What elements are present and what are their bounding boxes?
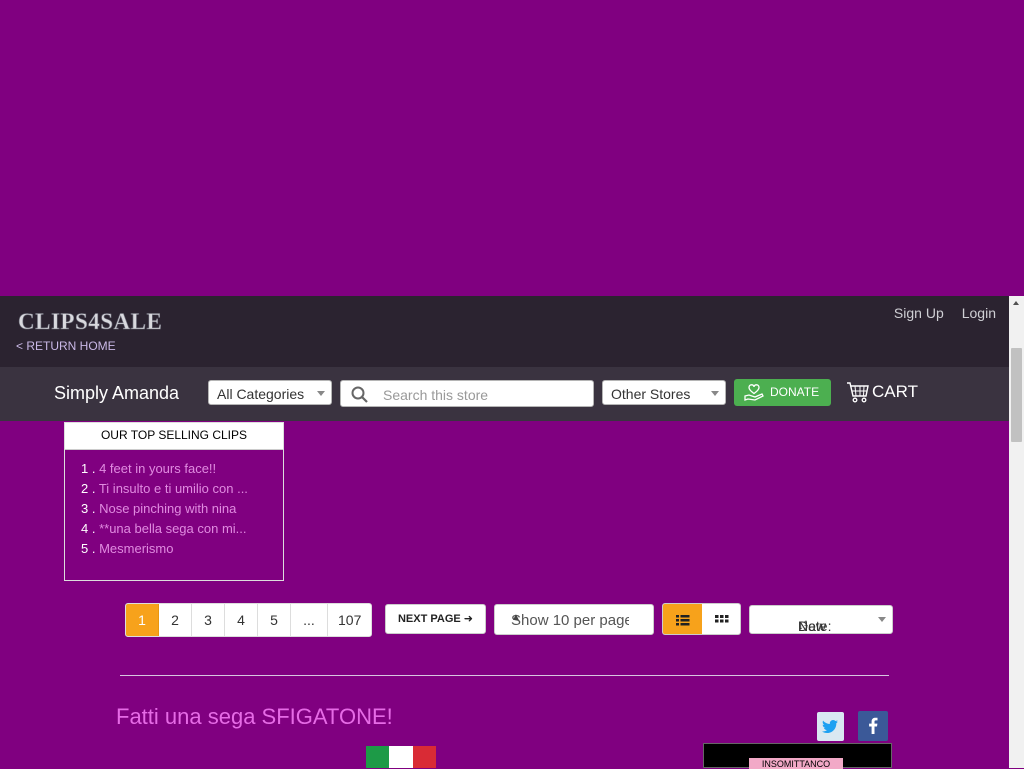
list-view-button[interactable] <box>663 604 702 634</box>
top-clip-link[interactable]: **una bella sega con mi... <box>99 521 246 536</box>
twitter-share-button[interactable] <box>817 712 844 741</box>
clip-thumbnail[interactable]: INSOMITTANCO <box>703 743 892 769</box>
account-links: Sign Up Login <box>894 305 996 321</box>
scrollbar-thumb[interactable] <box>1011 348 1022 442</box>
clip-rank: 1 . <box>81 461 100 476</box>
clip-rank: 4 . <box>81 521 100 536</box>
next-page-label: NEXT PAGE <box>397 613 461 625</box>
clip-rank: 3 . <box>81 501 100 516</box>
page-link-5[interactable]: 5 <box>258 604 291 636</box>
return-home-link[interactable]: < RETURN HOME <box>16 339 116 353</box>
other-stores-select[interactable]: Other Stores <box>602 380 726 405</box>
sign-up-link[interactable]: Sign Up <box>894 305 944 321</box>
donate-button[interactable]: DONATE <box>734 379 831 406</box>
chevron-down-icon <box>317 391 325 396</box>
list-view-icon <box>676 615 690 626</box>
top-header: CLIPS4SALE < RETURN HOME Sign Up Login <box>0 296 1009 367</box>
list-item: 1 . 4 feet in yours face!! <box>81 459 265 479</box>
page-link-last[interactable]: 107 <box>328 604 371 636</box>
top-clip-link[interactable]: Nose pinching with nina <box>99 501 236 516</box>
top-clips-list: 1 . 4 feet in yours face!! 2 . Ti insult… <box>65 450 283 559</box>
page-ellipsis[interactable]: ... <box>291 604 328 636</box>
cart-icon <box>847 382 869 403</box>
scroll-up-arrow-icon[interactable] <box>1009 296 1024 311</box>
chevron-down-icon <box>711 391 719 396</box>
login-link[interactable]: Login <box>962 305 996 321</box>
top-clips-heading: OUR TOP SELLING CLIPS <box>65 423 283 450</box>
view-toggle <box>662 603 741 635</box>
other-stores-selected-value: Other Stores <box>611 386 691 402</box>
italy-flag-icon <box>366 746 436 768</box>
arrow-right-icon: ➜ <box>463 613 474 625</box>
sort-option: New <box>798 618 827 634</box>
donate-hand-heart-icon <box>744 384 764 401</box>
categories-selected-value: All Categories <box>217 386 305 402</box>
facebook-icon <box>869 717 878 734</box>
top-clip-link[interactable]: 4 feet in yours face!! <box>99 461 216 476</box>
pagination: 1 2 3 4 5 ... 107 <box>125 603 373 637</box>
page-link-3[interactable]: 3 <box>192 604 225 636</box>
store-search[interactable] <box>340 380 594 407</box>
banner-area <box>0 0 1009 296</box>
clips4sale-logo[interactable]: CLIPS4SALE <box>16 306 204 336</box>
search-input[interactable] <box>381 384 585 405</box>
clip-title[interactable]: Fatti una sega SFIGATONE! <box>116 704 393 730</box>
list-item: 3 . Nose pinching with nina <box>81 499 265 519</box>
list-item: 5 . Mesmerismo <box>81 539 265 559</box>
categories-select[interactable]: All Categories <box>208 380 332 405</box>
donate-label: DONATE <box>770 385 820 399</box>
page-scrollbar[interactable] <box>1009 296 1024 768</box>
top-clip-link[interactable]: Ti insulto e ti umilio con ... <box>99 481 248 496</box>
chevron-down-icon <box>878 617 886 622</box>
updown-arrows-icon: ▲ <box>511 612 521 623</box>
grid-view-button[interactable] <box>702 604 740 634</box>
page-link-2[interactable]: 2 <box>159 604 192 636</box>
clip-rank: 5 . <box>81 541 100 556</box>
page-link-1[interactable]: 1 <box>126 604 159 636</box>
per-page-select[interactable]: Show 10 per page ▲ <box>494 604 654 635</box>
list-item: 2 . Ti insulto e ti umilio con ... <box>81 479 265 499</box>
store-bar: Simply Amanda All Categories Other Store… <box>0 367 1009 421</box>
page-link-4[interactable]: 4 <box>225 604 258 636</box>
grid-view-icon <box>715 615 729 623</box>
cart-label: CART <box>872 382 918 401</box>
top-clip-link[interactable]: Mesmerismo <box>99 541 173 556</box>
twitter-icon <box>822 720 838 733</box>
search-icon <box>351 386 368 403</box>
divider <box>120 675 889 676</box>
svg-text:CLIPS4SALE: CLIPS4SALE <box>18 309 162 334</box>
clip-rank: 2 . <box>81 481 99 496</box>
facebook-share-button[interactable] <box>858 711 888 741</box>
top-selling-clips: OUR TOP SELLING CLIPS 1 . 4 feet in your… <box>64 422 284 581</box>
thumbnail-text: INSOMITTANCO <box>749 758 843 769</box>
list-item: 4 . **una bella sega con mi... <box>81 519 265 539</box>
store-name[interactable]: Simply Amanda <box>54 383 179 404</box>
sort-select[interactable]: Date: ↓¹ New <box>749 605 893 634</box>
next-page-button[interactable]: NEXT PAGE ➜ <box>385 604 486 634</box>
